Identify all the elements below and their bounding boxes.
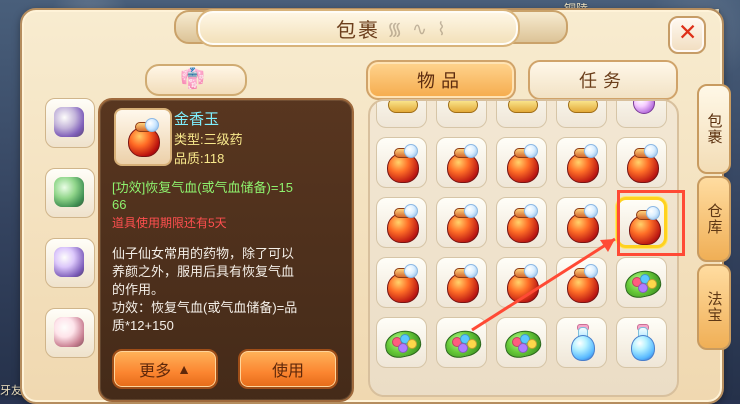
inventory-slot[interactable]	[376, 257, 427, 308]
inventory-slot[interactable]	[376, 197, 427, 248]
pouch-icon	[503, 144, 541, 183]
title-brush-decoration: ᯾ ∿ ⌇	[387, 19, 448, 40]
tooltip-item-quality: 品质:118	[174, 151, 225, 166]
pouch-icon	[563, 264, 601, 303]
pouch-icon	[625, 206, 663, 245]
inventory-slot[interactable]	[556, 317, 607, 368]
more-button-label: 更多	[139, 363, 172, 380]
inventory-slot[interactable]	[616, 257, 667, 308]
inventory-slot[interactable]	[556, 197, 607, 248]
pouch-icon	[503, 264, 541, 303]
pouch-icon	[443, 264, 481, 303]
side-tab-bag[interactable]: 包裹	[697, 84, 731, 174]
tooltip-item-icon-box	[114, 108, 172, 166]
tooltip-item-type: 类型:三级药	[174, 132, 243, 147]
equipment-slot-3[interactable]	[45, 238, 95, 288]
inventory-slot[interactable]	[616, 137, 667, 188]
inventory-slot[interactable]	[436, 197, 487, 248]
pouch-icon	[563, 204, 601, 243]
inventory-slot[interactable]	[376, 317, 427, 368]
bottle-icon	[623, 324, 661, 362]
close-button[interactable]: ✕	[668, 16, 706, 54]
bottle-icon	[563, 324, 601, 362]
tab-quests-label: 任务	[579, 71, 627, 91]
pouch-icon	[443, 204, 481, 243]
use-button-label: 使用	[271, 363, 304, 380]
leaf-gem-icon	[382, 324, 424, 362]
window-title-plate: 包裹	[196, 9, 520, 47]
tooltip-item-name: 金香玉	[174, 111, 220, 128]
inventory-slot[interactable]	[496, 197, 547, 248]
item-tooltip: 金香玉 类型:三级药 品质:118 [功效]恢复气血(或气血储备)=15 66 …	[98, 98, 354, 402]
tooltip-description: 仙子仙女常用的药物，除了可以 养颜之外，服用后具有恢复气血 的作用。 功效：恢复…	[112, 245, 342, 335]
side-tab-treasure-label: 法宝	[705, 291, 723, 323]
inventory-slot[interactable]	[496, 317, 547, 368]
side-tab-warehouse[interactable]: 仓库	[697, 176, 731, 262]
tooltip-expire-text: 道具使用期限还有5天	[112, 216, 227, 230]
inventory-slot[interactable]	[556, 101, 607, 128]
tooltip-effect: [功效]恢复气血(或气血储备)=15 66	[112, 179, 340, 213]
pouch-icon	[383, 204, 421, 243]
gold-item-icon	[443, 101, 481, 122]
pouch-icon	[443, 144, 481, 183]
side-tab-bag-label: 包裹	[705, 113, 723, 145]
chevron-up-icon: ▲	[177, 361, 191, 377]
tooltip-desc-line-3: 的作用。	[112, 282, 165, 297]
inventory-slot[interactable]	[376, 137, 427, 188]
inventory-grid-panel	[368, 99, 679, 397]
equipment-slot-1[interactable]	[45, 98, 95, 148]
tab-quests[interactable]: 任务	[528, 60, 678, 100]
selected-inventory-slot[interactable]	[616, 197, 667, 248]
inventory-slot[interactable]	[556, 137, 607, 188]
use-button[interactable]: 使用	[238, 349, 338, 389]
tooltip-effect-line-2: 66	[112, 197, 127, 212]
gold-item-icon	[563, 101, 601, 122]
tooltip-desc-line-5: 质*12+150	[112, 318, 174, 333]
close-icon: ✕	[678, 20, 698, 46]
tab-items[interactable]: 物品	[366, 60, 516, 100]
equipment-column	[45, 98, 103, 393]
right-side-tabs: 包裹 仓库 法宝	[697, 84, 731, 350]
pouch-icon	[503, 204, 541, 243]
side-tab-warehouse-label: 仓库	[705, 203, 723, 235]
inventory-slot[interactable]	[436, 101, 487, 128]
inventory-slot[interactable]	[436, 317, 487, 368]
pink-orb-icon	[623, 101, 661, 122]
inventory-tabs: 物品 任务	[366, 60, 678, 100]
inventory-slot[interactable]	[436, 137, 487, 188]
outfit-header: 👘	[145, 64, 247, 96]
tooltip-desc-line-1: 仙子仙女常用的药物，除了可以	[112, 246, 295, 261]
side-tab-treasure[interactable]: 法宝	[697, 264, 731, 350]
pouch-icon	[623, 144, 661, 183]
inventory-slot[interactable]	[496, 257, 547, 308]
outfit-icon: 👘	[180, 66, 205, 90]
inventory-slot[interactable]	[556, 257, 607, 308]
inventory-slot[interactable]	[376, 101, 427, 128]
pouch-icon	[383, 144, 421, 183]
inventory-slot[interactable]	[616, 317, 667, 368]
gold-item-icon	[383, 101, 421, 122]
equipment-slot-2[interactable]	[45, 168, 95, 218]
pouch-icon	[563, 144, 601, 183]
tooltip-effect-line-1: [功效]恢复气血(或气血储备)=15	[112, 180, 293, 195]
inventory-slot[interactable]	[496, 137, 547, 188]
world-label-left: 牙友	[0, 384, 22, 397]
pouch-icon	[383, 264, 421, 303]
inventory-slot[interactable]	[616, 101, 667, 128]
inventory-slot[interactable]	[436, 257, 487, 308]
more-button[interactable]: 更多 ▲	[112, 349, 218, 389]
pouch-icon	[124, 118, 162, 157]
window-title: 包裹	[336, 17, 380, 42]
gold-item-icon	[503, 101, 541, 122]
leaf-gem-icon	[622, 264, 664, 302]
tooltip-desc-line-2: 养颜之外，服用后具有恢复气血	[112, 264, 295, 279]
leaf-gem-icon	[502, 324, 544, 362]
leaf-gem-icon	[442, 324, 484, 362]
tab-items-label: 物品	[417, 71, 465, 91]
equipment-slot-4[interactable]	[45, 308, 95, 358]
tooltip-desc-line-4: 功效：恢复气血(或气血储备)=品	[112, 300, 298, 315]
inventory-slot[interactable]	[496, 101, 547, 128]
